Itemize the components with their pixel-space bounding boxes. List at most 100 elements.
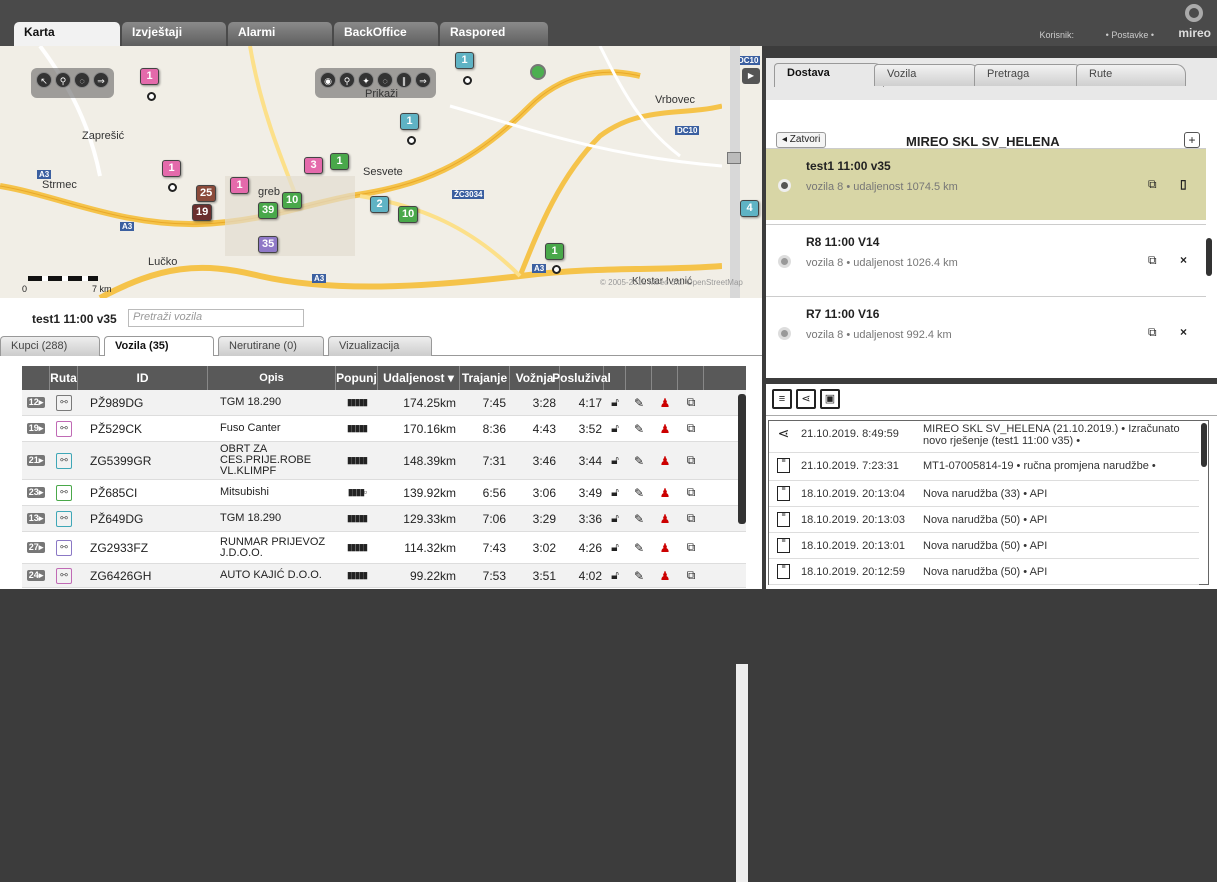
route-item[interactable]: test1 11:00 v35 vozila 8 • udaljenost 10… [766, 148, 1206, 220]
route-cell[interactable]: ⚯ [50, 567, 78, 584]
table-row[interactable]: 12▸ ⚯ PŽ989DG TGM 18.290 ▮▮▮▮▮ 174.25km 7:45 3:… [22, 390, 746, 416]
route-icon[interactable]: ⚯ [56, 452, 72, 469]
table-scrollbar-track[interactable] [736, 664, 748, 882]
column-header[interactable]: Popunj [336, 366, 378, 390]
copy-icon[interactable]: ⧉ [1148, 253, 1157, 268]
log-entry[interactable]: ≡ 18.10.2019. 20:13:03 Nova narudžba (50) … [769, 507, 1199, 533]
copy-icon[interactable]: ⧉ [678, 485, 704, 500]
column-header[interactable]: ID [78, 366, 208, 390]
tab-izvjestaji[interactable]: Izvještaji [122, 22, 226, 46]
route-cell[interactable]: ⚯ [50, 484, 78, 501]
locate-icon[interactable]: ✦ [358, 72, 374, 88]
tab-vizualizacija[interactable]: Vizualizacija [328, 336, 432, 356]
route-item[interactable]: R7 11:00 V16 vozila 8 • udaljenost 992.4… [766, 296, 1206, 368]
add-route-button[interactable]: + [1184, 132, 1200, 148]
route-icon[interactable]: ⚯ [56, 394, 72, 411]
row-number-cell[interactable]: 21▸ [22, 455, 50, 466]
driver-icon[interactable]: ♟ [652, 454, 678, 468]
compass-icon[interactable]: ◉ [320, 72, 336, 88]
log-entry[interactable]: ≡ 21.10.2019. 7:23:31 MT1-07005814-19 • ru… [769, 453, 1199, 481]
tab-pretraga[interactable]: Pretraga [974, 64, 1084, 86]
route-cell[interactable]: ⚯ [50, 452, 78, 469]
table-row[interactable]: 19▸ ⚯ PŽ529CK Fuso Canter ▮▮▮▮▮ 170.16km 8:36 4… [22, 416, 746, 442]
tab-kupci[interactable]: Kupci (288) [0, 336, 100, 356]
column-header[interactable]: Trajanje [460, 366, 510, 390]
log-entry[interactable]: ⋖ 21.10.2019. 8:49:59 MIREO SKL SV_HELENA … [769, 421, 1199, 453]
lock-icon[interactable]: 🔓︎ [604, 540, 626, 555]
delete-icon[interactable]: × [1180, 253, 1187, 267]
vehicle-filter-icon[interactable]: ▣ [820, 389, 840, 409]
close-button[interactable]: ◂ Zatvori [776, 132, 827, 148]
route-cell[interactable]: ⚯ [50, 394, 78, 411]
row-number-cell[interactable]: 23▸ [22, 487, 50, 498]
tab-dostava[interactable]: Dostava [774, 63, 884, 87]
edit-icon[interactable]: ✎ [626, 396, 652, 410]
road-icon[interactable]: ∥ [396, 72, 412, 88]
depot-icon[interactable] [530, 64, 546, 80]
route-icon[interactable]: ⚯ [56, 539, 72, 556]
routes-scrollbar[interactable] [1206, 238, 1212, 276]
route-tool-icon[interactable]: ⇒ [93, 72, 109, 88]
tab-raspored[interactable]: Raspored [440, 22, 548, 46]
copy-icon[interactable]: ⧉ [1148, 177, 1157, 192]
area-icon[interactable]: ◌ [377, 72, 393, 88]
driver-icon[interactable]: ♟ [652, 541, 678, 555]
route-icon[interactable]: ⚯ [56, 484, 72, 501]
map-marker[interactable]: 1 [230, 177, 249, 194]
driver-icon[interactable]: ♟ [652, 396, 678, 410]
document-filter-icon[interactable]: ≡ [772, 389, 792, 409]
edit-icon[interactable]: ✎ [626, 422, 652, 436]
edit-icon[interactable]: ✎ [626, 569, 652, 583]
edit-icon[interactable]: ✎ [626, 512, 652, 526]
table-row[interactable]: 24▸ ⚯ ZG6426GH AUTO KAJIĆ D.O.O. ▮▮▮▮▮ 99.22k… [22, 564, 746, 588]
copy-icon[interactable]: ⧉ [678, 511, 704, 526]
log-scrollbar[interactable] [1201, 423, 1207, 467]
map-marker[interactable]: 35 [258, 236, 279, 253]
driver-icon[interactable]: ♟ [652, 512, 678, 526]
map-marker[interactable]: 2 [370, 196, 389, 213]
map-zoom-slider[interactable]: ▶ [722, 46, 762, 298]
row-number-cell[interactable]: 24▸ [22, 570, 50, 581]
vehicle-search-input[interactable]: Pretraži vozila [128, 309, 304, 327]
tab-rute[interactable]: Rute [1076, 64, 1186, 86]
map-marker[interactable]: 39 [258, 202, 279, 219]
table-row[interactable]: 27▸ ⚯ ZG2933FZ RUNMAR PRIJEVOZ J.D.O.O. ▮▮▮▮… [22, 532, 746, 564]
table-row[interactable]: 21▸ ⚯ ZG5399GR OBRT ZA CES.PRIJE.ROBE VL.KL… [22, 442, 746, 480]
column-header[interactable]: Opis [208, 366, 336, 390]
row-badge[interactable]: 19▸ [26, 423, 46, 434]
map-marker[interactable]: 3 [304, 157, 323, 174]
row-number-cell[interactable]: 13▸ [22, 513, 50, 524]
route-icon[interactable]: ⚯ [56, 510, 72, 527]
pin-icon[interactable]: ⚲ [339, 72, 355, 88]
row-badge[interactable]: 12▸ [26, 397, 46, 408]
route-radio[interactable] [778, 179, 791, 192]
row-badge[interactable]: 27▸ [26, 542, 46, 553]
map-marker[interactable]: 1 [330, 153, 349, 170]
map-marker[interactable]: 25 [196, 185, 217, 202]
copy-icon[interactable]: ⧉ [678, 540, 704, 555]
route-icon[interactable]: ⚯ [56, 567, 72, 584]
driver-icon[interactable]: ♟ [652, 486, 678, 500]
column-header[interactable]: Udaljenost ▾ [378, 366, 460, 390]
table-row[interactable]: 13▸ ⚯ PŽ649DG TGM 18.290 ▮▮▮▮▮ 129.33km 7:06 3:… [22, 506, 746, 532]
delete-icon[interactable]: × [1180, 325, 1187, 339]
log-entry[interactable]: ≡ 18.10.2019. 20:13:04 Nova narudžba (33) … [769, 481, 1199, 507]
row-number-cell[interactable]: 12▸ [22, 397, 50, 408]
route-cell[interactable]: ⚯ [50, 420, 78, 437]
collapse-arrow-icon[interactable]: ▶ [742, 68, 760, 84]
log-entry[interactable]: ≡ 18.10.2019. 20:12:59 Nova narudžba (50) … [769, 559, 1199, 585]
row-number-cell[interactable]: 19▸ [22, 423, 50, 434]
settings-link[interactable]: • Postavke • [1106, 30, 1154, 40]
lock-icon[interactable]: 🔓︎ [604, 421, 626, 436]
pin-tool-icon[interactable]: ⚲ [55, 72, 71, 88]
log-entry[interactable]: ≡ 18.10.2019. 20:13:01 Nova narudžba (50) … [769, 533, 1199, 559]
route-cell[interactable]: ⚯ [50, 510, 78, 527]
phone-icon[interactable]: ▯ [1180, 177, 1187, 191]
tab-vozila[interactable]: Vozila (35) [104, 336, 214, 356]
edit-icon[interactable]: ✎ [626, 454, 652, 468]
map-marker[interactable]: 1 [455, 52, 474, 69]
map-marker[interactable]: 19 [192, 204, 213, 221]
copy-icon[interactable]: ⧉ [678, 568, 704, 583]
zoom-handle[interactable] [727, 152, 741, 164]
edit-icon[interactable]: ✎ [626, 541, 652, 555]
